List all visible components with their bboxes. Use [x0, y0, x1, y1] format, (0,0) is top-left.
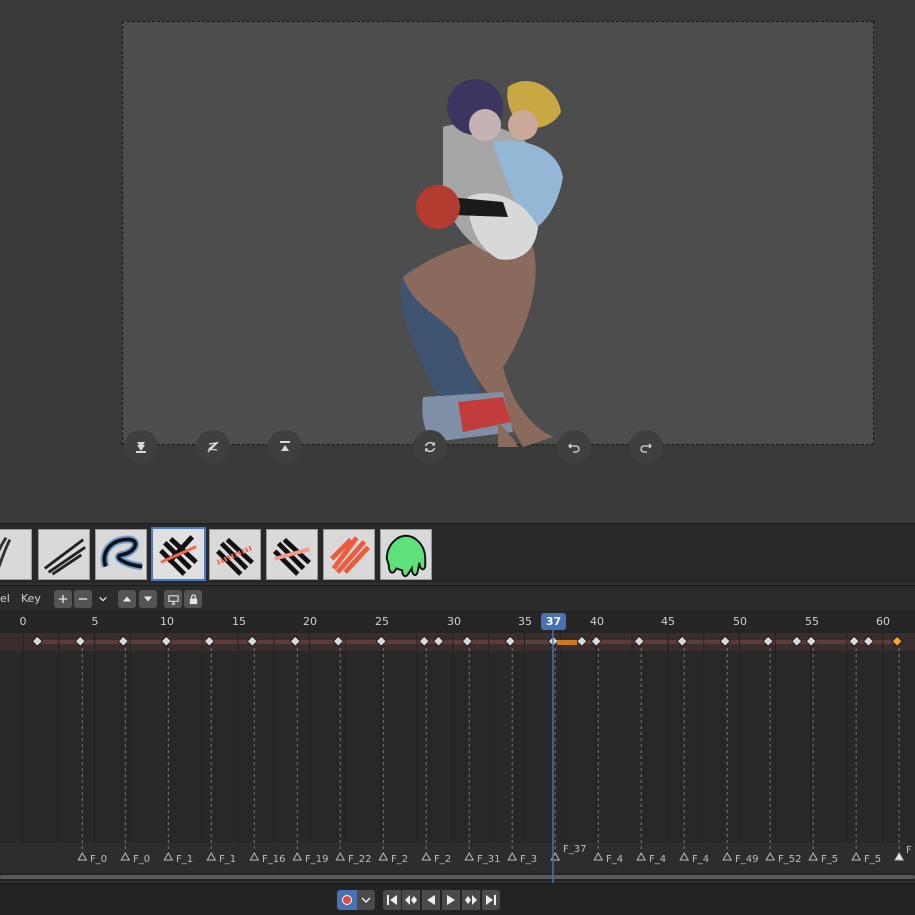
marker-label: F_49 — [735, 854, 759, 865]
camera-frame[interactable] — [122, 21, 874, 447]
frame-tick-label: 60 — [876, 615, 890, 628]
timeline-tracks[interactable] — [0, 633, 915, 843]
play-button[interactable] — [442, 890, 460, 910]
timeline-scrollbar[interactable] — [0, 873, 915, 881]
marker-brush[interactable] — [95, 529, 147, 580]
frame-tick-label: 30 — [447, 615, 461, 628]
marker-label: F_1 — [176, 854, 194, 865]
move-up-icon[interactable] — [268, 430, 302, 464]
channel-menu[interactable]: el — [0, 592, 10, 605]
move-layer-down-button[interactable] — [139, 590, 157, 608]
frame-ruler[interactable]: 0 5 10 15 20 25 30 35 40 45 50 55 60 — [0, 611, 915, 633]
next-keyframe-button[interactable] — [462, 890, 480, 910]
marker-label: F_3 — [520, 854, 538, 865]
tint-brush[interactable] — [380, 529, 432, 580]
chevron-down-icon — [361, 897, 371, 904]
eraser-hard-brush[interactable] — [151, 527, 206, 581]
playback-controls — [0, 883, 915, 915]
marker-label: F_1 — [219, 854, 237, 865]
next-keyframe-icon — [465, 895, 477, 905]
triangle-down-icon — [143, 596, 153, 602]
jump-to-end-button[interactable] — [482, 890, 500, 910]
marker-label: F_5 — [864, 854, 882, 865]
ink-brush[interactable] — [38, 529, 90, 580]
jump-to-start-button[interactable] — [383, 890, 401, 910]
viewport[interactable] — [0, 0, 915, 523]
lock-icon — [189, 593, 197, 604]
frame-tick-label: 25 — [375, 615, 389, 628]
marker-label: F_22 — [348, 854, 372, 865]
undo-icon[interactable] — [557, 430, 591, 464]
marker-label: F_37 — [563, 844, 587, 855]
monitor-icon — [167, 594, 179, 605]
frame-tick-label: 40 — [590, 615, 604, 628]
frame-tick-label: 5 — [91, 615, 99, 628]
move-layer-up-button[interactable] — [118, 590, 136, 608]
lock-toggle-button[interactable] — [184, 590, 202, 608]
plus-icon — [58, 594, 68, 604]
marker-label: F_5 — [821, 854, 839, 865]
add-keyframe-button[interactable] — [54, 590, 72, 608]
marker-label: F_4 — [606, 854, 624, 865]
minus-icon — [78, 598, 88, 600]
display-toggle-button[interactable] — [164, 590, 182, 608]
layer-track-row[interactable] — [0, 633, 915, 651]
current-frame-indicator[interactable]: 37 — [541, 613, 566, 630]
marker-label: F_0 — [90, 854, 108, 865]
record-icon — [342, 895, 352, 905]
pencil-brush[interactable] — [0, 529, 32, 580]
previous-keyframe-button[interactable] — [402, 890, 420, 910]
key-menu[interactable]: Key — [21, 592, 41, 605]
frame-tick-label: 45 — [661, 615, 675, 628]
scrollbar-thumb[interactable] — [0, 875, 915, 879]
marker-label: F_4 — [692, 854, 710, 865]
prev-keyframe-icon — [405, 895, 417, 905]
play-reverse-button[interactable] — [422, 890, 440, 910]
marker-label: F_2 — [434, 854, 452, 865]
jump-end-icon — [486, 895, 496, 905]
triangle-up-icon — [122, 596, 132, 602]
marker-label: F_19 — [305, 854, 329, 865]
marker-label: F_2 — [391, 854, 409, 865]
marker-label: F_0 — [133, 854, 151, 865]
keyframe-hold-bar — [38, 640, 898, 644]
chevron-down-icon — [99, 596, 107, 602]
fill-stroke-brush[interactable] — [323, 529, 375, 580]
record-button[interactable] — [337, 890, 357, 910]
marker-label: F_52 — [778, 854, 802, 865]
marker-label: F_16 — [262, 854, 286, 865]
edit-stroke-icon[interactable] — [196, 430, 230, 464]
play-reverse-icon — [427, 895, 435, 905]
brush-palette — [0, 523, 915, 583]
eraser-point-brush[interactable] — [209, 529, 261, 580]
frame-tick-label: 0 — [19, 615, 27, 628]
record-options-dropdown[interactable] — [357, 890, 375, 910]
frame-tick-label: 15 — [232, 615, 246, 628]
move-down-icon[interactable] — [124, 430, 158, 464]
marker-label: F_31 — [477, 854, 501, 865]
dopesheet-header: el Key — [0, 585, 915, 611]
frame-tick-label: 35 — [518, 615, 532, 628]
refresh-icon[interactable] — [413, 430, 447, 464]
frame-tick-label: 55 — [805, 615, 819, 628]
keyframe-options-dropdown[interactable] — [94, 590, 112, 608]
frame-tick-label: 50 — [733, 615, 747, 628]
play-icon — [447, 895, 455, 905]
frame-tick-label: 10 — [160, 615, 174, 628]
redo-icon[interactable] — [629, 430, 663, 464]
marker-region[interactable]: F_0 F_0 F_1 F_1 F_16 F_19 F_22 F_2 F_2 F… — [0, 843, 915, 873]
remove-keyframe-button[interactable] — [74, 590, 92, 608]
marker-label: F — [906, 845, 912, 856]
drawing-artwork — [400, 79, 563, 447]
jump-start-icon — [387, 895, 397, 905]
marker-label: F_4 — [649, 854, 667, 865]
frame-tick-label: 20 — [303, 615, 317, 628]
eraser-soft-brush[interactable] — [266, 529, 318, 580]
